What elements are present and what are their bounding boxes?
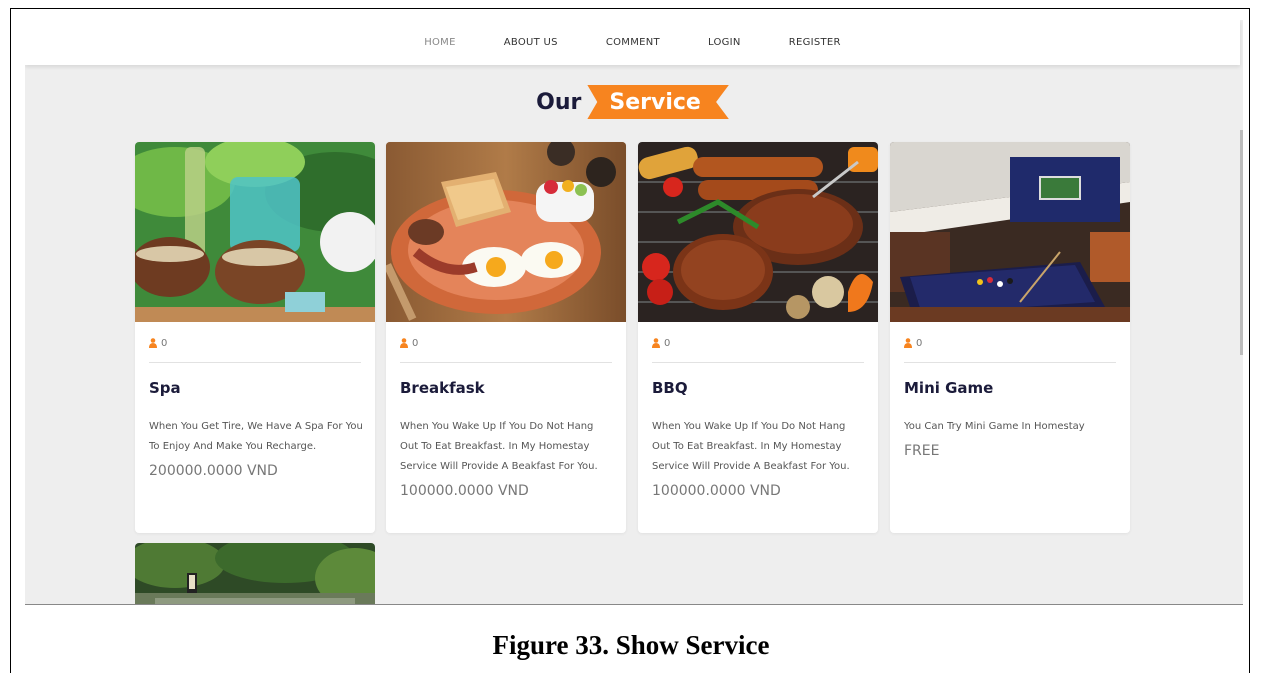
service-card-spa[interactable]: 0 Spa When You Get Tire, We Have A Spa F… [135,142,375,533]
card-title[interactable]: Breakfask [400,379,612,399]
person-icon [652,338,660,348]
service-card-mini-game[interactable]: 0 Mini Game You Can Try Mini Game In Hom… [890,142,1130,533]
service-card-bbq[interactable]: 0 BBQ When You Wake Up If You Do Not Han… [638,142,878,533]
card-divider [904,362,1116,363]
card-price: FREE [904,443,940,459]
person-icon [904,338,912,348]
card-meta: 0 [149,336,361,350]
card-title[interactable]: Spa [149,379,361,399]
card-meta: 0 [400,336,612,350]
card-divider [652,362,864,363]
card-title[interactable]: Mini Game [904,379,1116,399]
card-description: You Can Try Mini Game In Homestay [904,421,1085,432]
person-icon [400,338,408,348]
card-count: 0 [412,337,419,349]
heading-our: Our [536,89,582,115]
figure-caption: Figure 33. Show Service [492,630,770,660]
card-divider [149,362,361,363]
card-price: 200000.0000 VND [149,463,278,479]
nav-register[interactable]: REGISTER [789,37,841,48]
card-title[interactable]: BBQ [652,379,864,399]
card-description: When You Wake Up If You Do Not Hang Out … [400,421,598,472]
nav-about-us[interactable]: ABOUT US [504,37,558,48]
card-count: 0 [161,337,168,349]
garden-image [135,543,375,605]
section-heading: Our Service [25,84,1240,120]
card-price: 100000.0000 VND [652,483,781,499]
card-price: 100000.0000 VND [400,483,529,499]
card-meta: 0 [904,336,1116,350]
service-card-partial[interactable] [135,543,375,605]
mini-game-image [890,142,1130,322]
card-count: 0 [664,337,671,349]
figure-bottom-rule [25,604,1243,605]
spa-image [135,142,375,322]
card-divider [400,362,612,363]
nav-login[interactable]: LOGIN [708,37,741,48]
nav-home[interactable]: HOME [424,37,456,48]
breakfast-image [386,142,626,322]
page-scrollbar[interactable] [1240,130,1243,355]
card-count: 0 [916,337,923,349]
heading-service-ribbon: Service [587,85,729,119]
bbq-image [638,142,878,322]
top-navbar: HOME ABOUT US COMMENT LOGIN REGISTER [25,20,1240,65]
card-meta: 0 [652,336,864,350]
card-description: When You Get Tire, We Have A Spa For You… [149,421,363,452]
service-card-breakfast[interactable]: 0 Breakfask When You Wake Up If You Do N… [386,142,626,533]
browser-viewport: HOME ABOUT US COMMENT LOGIN REGISTER Our… [25,20,1243,605]
card-description: When You Wake Up If You Do Not Hang Out … [652,421,850,472]
nav-comment[interactable]: COMMENT [606,37,660,48]
person-icon [149,338,157,348]
